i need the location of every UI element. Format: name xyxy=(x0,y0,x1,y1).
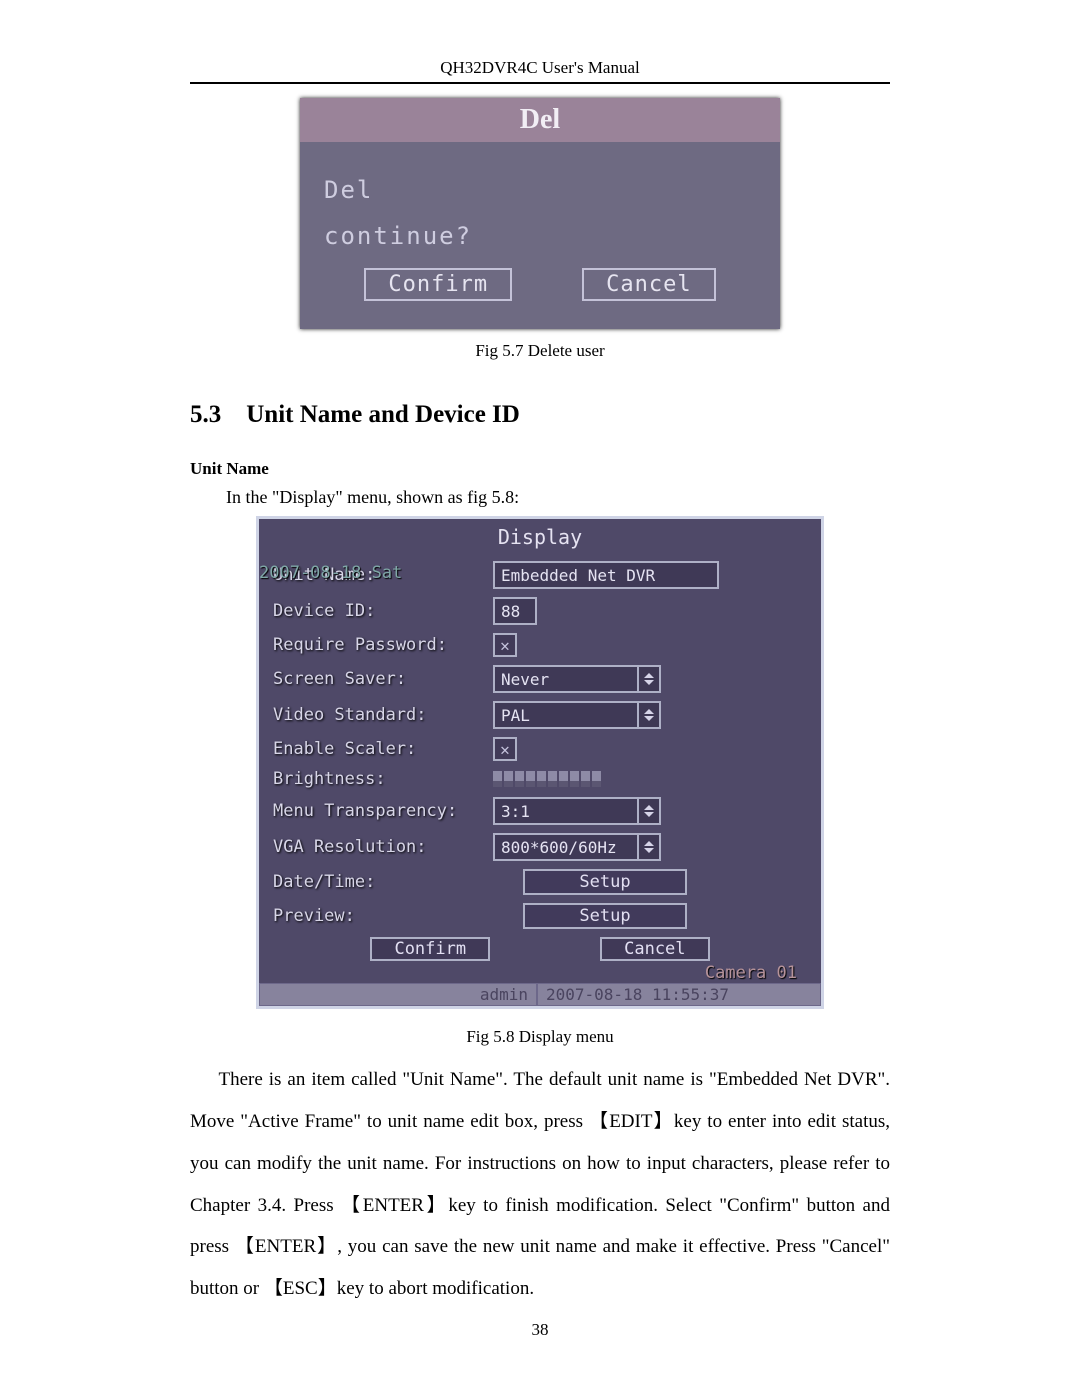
label-unit-name: 2007-08-18 Sat Unit Name: xyxy=(273,565,483,585)
display-confirm-button[interactable]: Confirm xyxy=(370,937,490,961)
display-cancel-button[interactable]: Cancel xyxy=(600,937,709,961)
subheading-unit-name: Unit Name xyxy=(190,459,890,479)
status-user: admin xyxy=(259,983,537,1006)
delete-user-dialog: Del Del continue? Confirm Cancel xyxy=(300,98,780,329)
page-number: 38 xyxy=(190,1320,890,1340)
unit-name-input[interactable] xyxy=(493,561,719,589)
status-bar: admin 2007-08-18 11:55:37 xyxy=(259,983,821,1006)
label-video-standard: Video Standard: xyxy=(273,705,483,725)
spinner-icon[interactable] xyxy=(639,701,661,729)
label-enable-scaler: Enable Scaler: xyxy=(273,739,483,759)
menu-transparency-select[interactable] xyxy=(493,797,661,825)
status-time: 2007-08-18 11:55:37 xyxy=(537,983,821,1006)
enable-scaler-checkbox[interactable]: ✕ xyxy=(493,737,517,761)
page-header: QH32DVR4C User's Manual xyxy=(190,58,890,84)
paragraph-body: There is an item called "Unit Name". The… xyxy=(190,1059,890,1310)
screen-saver-value[interactable] xyxy=(493,665,639,693)
video-standard-value[interactable] xyxy=(493,701,639,729)
vga-resolution-value[interactable] xyxy=(493,833,639,861)
figure-5-8-caption: Fig 5.8 Display menu xyxy=(190,1027,890,1047)
display-menu: Display 2007-08-18 Sat Unit Name: Device… xyxy=(256,516,824,1009)
menu-transparency-value[interactable] xyxy=(493,797,639,825)
label-preview: Preview: xyxy=(273,906,483,926)
screen-saver-select[interactable] xyxy=(493,665,661,693)
dialog-title: Del xyxy=(300,98,780,142)
label-screen-saver: Screen Saver: xyxy=(273,669,483,689)
brightness-slider[interactable] xyxy=(493,771,601,787)
display-menu-title: Display xyxy=(259,525,821,549)
spinner-icon[interactable] xyxy=(639,797,661,825)
figure-5-7-caption: Fig 5.7 Delete user xyxy=(190,341,890,361)
label-device-id: Device ID: xyxy=(273,601,483,621)
video-standard-select[interactable] xyxy=(493,701,661,729)
date-time-setup-button[interactable]: Setup xyxy=(523,869,687,895)
spinner-icon[interactable] xyxy=(639,833,661,861)
camera-label: Camera 01 xyxy=(273,963,797,983)
label-brightness: Brightness: xyxy=(273,769,483,789)
vga-resolution-select[interactable] xyxy=(493,833,661,861)
preview-setup-button[interactable]: Setup xyxy=(523,903,687,929)
dialog-line2: continue? xyxy=(324,222,756,250)
device-id-input[interactable] xyxy=(493,597,537,625)
dialog-line1: Del xyxy=(324,176,756,204)
confirm-button[interactable]: Confirm xyxy=(364,268,512,301)
label-date-time: Date/Time: xyxy=(273,872,483,892)
intro-line: In the "Display" menu, shown as fig 5.8: xyxy=(190,485,890,510)
label-vga-resolution: VGA Resolution: xyxy=(273,837,483,857)
label-require-password: Require Password: xyxy=(273,635,483,655)
cancel-button[interactable]: Cancel xyxy=(582,268,715,301)
require-password-checkbox[interactable]: ✕ xyxy=(493,633,517,657)
section-heading: 5.3 Unit Name and Device ID xyxy=(190,401,890,429)
label-menu-transparency: Menu Transparency: xyxy=(273,801,483,821)
spinner-icon[interactable] xyxy=(639,665,661,693)
